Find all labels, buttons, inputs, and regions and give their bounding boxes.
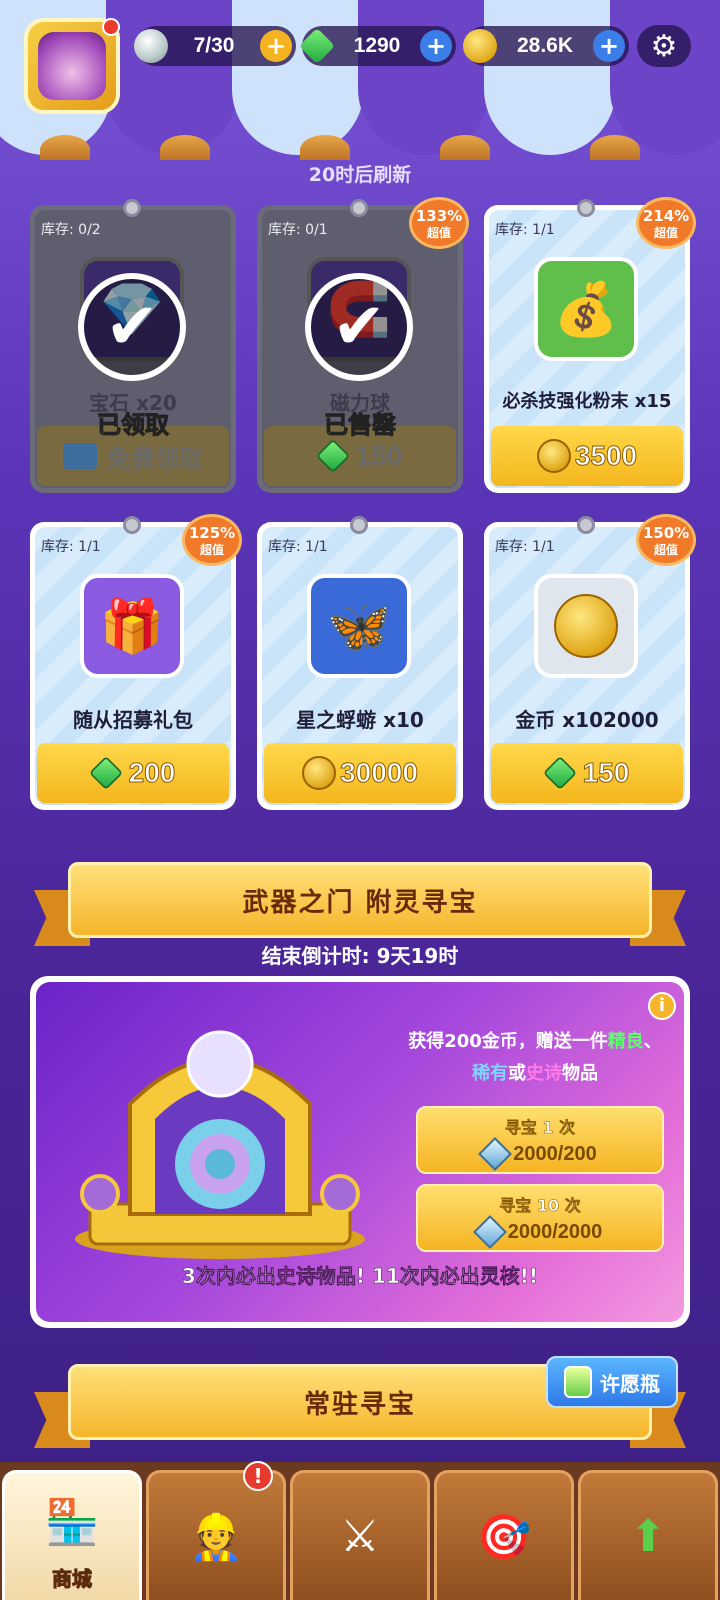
star-mayfly-icon: 🦋 (307, 574, 411, 678)
wish-bottle-icon (564, 1366, 592, 1398)
checkmark-icon: ✔ (78, 273, 186, 381)
hunt-once-button[interactable]: 寻宝 1 次 2000/200 (416, 1106, 664, 1174)
hunt-ten-button[interactable]: 寻宝 10 次 2000/2000 (416, 1184, 664, 1252)
nav-shop[interactable]: 🏪 商城 (2, 1470, 142, 1600)
value-badge: 214% 超值 (636, 197, 696, 249)
nav-heroes[interactable]: 👷 ! (146, 1461, 286, 1600)
shop-stall-icon: 🏪 (44, 1496, 100, 1548)
player-avatar[interactable] (24, 18, 120, 114)
shop-card-gem[interactable]: 库存: 0/2 💎 宝石 x20 免费领取 ✔ 已领取 (30, 199, 236, 493)
shop-card-powder[interactable]: 库存: 1/1 214% 超值 💰 必杀技强化粉末 x15 3500 (484, 197, 696, 493)
add-stamina-button[interactable]: + (260, 30, 292, 62)
video-icon (63, 443, 97, 469)
nav-battle[interactable]: ⚔ (290, 1470, 430, 1600)
event-title: 武器之门 附灵寻宝 (68, 862, 652, 938)
stamina-icon (134, 29, 168, 63)
stock-label: 库存: 1/1 (495, 539, 555, 555)
checkmark-icon: ✔ (305, 273, 413, 381)
item-name: 星之蜉蝣 x10 (296, 708, 424, 732)
item-name: 随从招募礼包 (73, 708, 193, 732)
crossed-swords-icon: ⚔ (340, 1511, 380, 1562)
nav-upgrade[interactable]: ⬆ (578, 1470, 718, 1600)
refresh-timer: 20时后刷新 (308, 164, 412, 186)
stock-label: 库存: 1/1 (495, 222, 555, 238)
claimed-status: 已领取 (97, 411, 170, 440)
price-button[interactable]: 150 (491, 743, 683, 803)
gem-value: 1290 (353, 34, 401, 57)
shop-card-star-mayfly[interactable]: 库存: 1/1 🦋 星之蜉蝣 x10 30000 (257, 516, 463, 810)
value-badge: 133% 超值 (409, 197, 469, 249)
crystal-icon (478, 1137, 513, 1171)
powder-bag-icon: 💰 (534, 257, 638, 361)
shop-card-magnet[interactable]: 库存: 0/1 133% 超值 🧲 磁力球 150 ✔ 已售罄 (257, 197, 469, 493)
gear-icon: ⚙ (650, 28, 678, 64)
stock-label: 库存: 1/1 (268, 539, 328, 555)
upgrade-arrow-icon: ⬆ (629, 1511, 667, 1562)
gem-icon (315, 439, 350, 473)
hero-icon: 👷 (188, 1511, 244, 1563)
guarantee-text: 3次内必出史诗物品! 11次内必出灵核!! (181, 1264, 539, 1289)
item-name: 必杀技强化粉末 x15 (502, 391, 672, 412)
notification-dot (102, 18, 120, 36)
coin-icon (534, 574, 638, 678)
sold-out-status: 已售罄 (324, 411, 397, 440)
treasure-hunt-panel: i 获得200金币，赠送一件精良、 稀有或史诗物品 寻宝 1 次 2000/20… (30, 976, 690, 1328)
shop-card-recruit-pack[interactable]: 库存: 1/1 125% 超值 🎁 随从招募礼包 200 (30, 514, 242, 810)
coin-icon (302, 756, 337, 790)
value-badge: 150% 超值 (636, 514, 696, 566)
nav-target[interactable]: 🎯 (434, 1470, 574, 1600)
coin-counter: 28.6K + (463, 26, 629, 66)
price-button[interactable]: 3500 (491, 426, 683, 486)
bottom-nav: 🏪 商城 👷 ! ⚔ 🎯 ⬆ (0, 1461, 720, 1600)
stamina-counter: 7/30 + (134, 26, 296, 66)
stock-label: 库存: 0/1 (268, 222, 328, 238)
nav-shop-label: 商城 (52, 1567, 93, 1592)
add-gems-button[interactable]: + (420, 30, 452, 62)
weapon-gate-portal-icon (75, 1030, 365, 1259)
value-badge: 125% 超值 (182, 514, 242, 566)
wish-bottle-button[interactable]: 许愿瓶 (546, 1356, 678, 1408)
price-button[interactable]: 30000 (264, 743, 456, 803)
shop-card-coins[interactable]: 库存: 1/1 150% 超值 金币 x102000 150 (484, 514, 696, 810)
stamina-value: 7/30 (193, 34, 235, 57)
settings-button[interactable]: ⚙ (637, 25, 691, 67)
coin-value: 28.6K (516, 34, 574, 57)
info-icon[interactable]: i (648, 992, 676, 1020)
coin-icon (463, 29, 497, 63)
alert-badge: ! (243, 1461, 273, 1491)
gem-icon (542, 756, 577, 790)
crystal-icon (472, 1215, 507, 1249)
gem-icon (88, 756, 123, 790)
add-coins-button[interactable]: + (593, 30, 625, 62)
event-description: 获得200金币，赠送一件精良、 稀有或史诗物品 (408, 1031, 662, 1084)
stock-label: 库存: 1/1 (41, 539, 101, 555)
avatar-face (38, 32, 106, 100)
event-countdown: 结束倒计时: 9天19时 (261, 944, 459, 968)
stock-label: 库存: 0/2 (41, 222, 101, 238)
target-icon: 🎯 (476, 1511, 532, 1563)
coin-icon (536, 439, 571, 473)
mystery-box-icon: 🎁 (80, 574, 184, 678)
item-name: 金币 x102000 (515, 708, 659, 732)
event-banner: 武器之门 附灵寻宝 (34, 862, 686, 948)
gem-counter: 1290 + (298, 26, 456, 66)
price-button[interactable]: 200 (37, 743, 229, 803)
